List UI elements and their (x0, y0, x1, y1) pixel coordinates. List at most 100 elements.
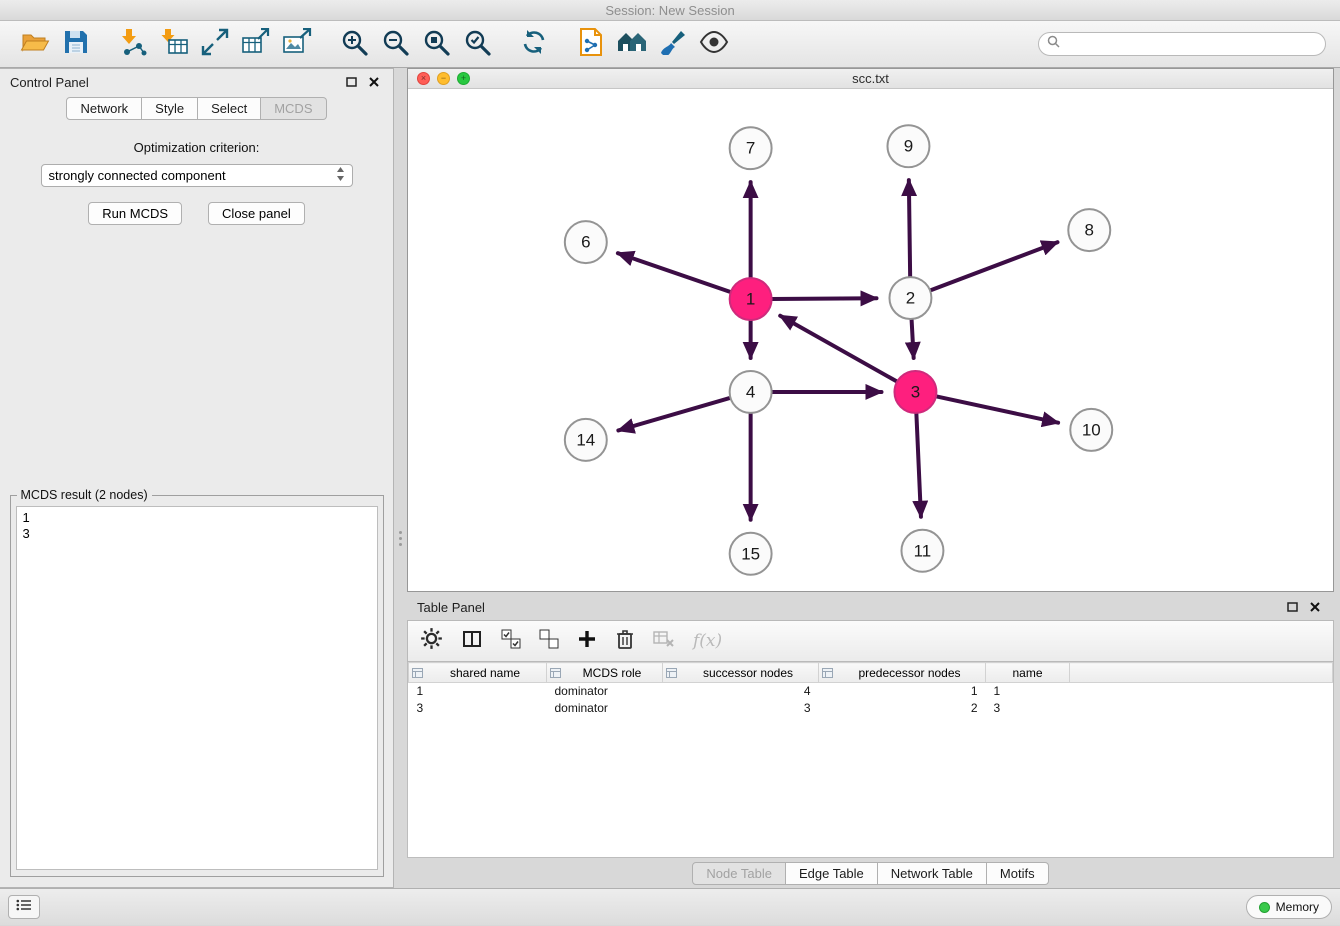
open-file-button[interactable] (14, 25, 55, 63)
save-session-button[interactable] (55, 25, 96, 63)
zoom-fit-button[interactable] (415, 25, 456, 63)
float-panel-icon[interactable] (342, 73, 360, 91)
main-area: Control Panel Network Style Select MCDS … (0, 68, 1340, 888)
close-table-panel-icon[interactable] (1306, 598, 1324, 616)
control-panel-title: Control Panel (10, 75, 89, 90)
search-input[interactable] (1065, 37, 1317, 51)
mcds-panel: Optimization criterion: strongly connect… (0, 120, 393, 887)
add-column-button[interactable] (577, 629, 597, 654)
node-table[interactable]: shared name MCDS role successor nodes pr… (407, 662, 1334, 858)
function-builder-button[interactable]: f(x) (693, 631, 722, 651)
tab-style[interactable]: Style (142, 97, 198, 120)
refresh-button[interactable] (513, 25, 554, 63)
close-window-icon[interactable]: × (417, 72, 430, 85)
network-canvas[interactable]: 7 9 6 8 1 2 4 3 14 10 15 11 (408, 89, 1333, 591)
clone-network-button[interactable] (570, 25, 611, 63)
graph-node-14[interactable]: 14 (565, 419, 607, 461)
graph-edge-2-3[interactable] (912, 319, 914, 358)
graph-edge-2-9[interactable] (909, 180, 910, 277)
col-mcds-role[interactable]: MCDS role (547, 663, 663, 683)
graph-edge-1-6[interactable] (618, 253, 731, 292)
close-panel-icon[interactable] (365, 73, 383, 91)
tab-mcds[interactable]: MCDS (261, 97, 326, 120)
zoom-selected-icon (463, 28, 491, 61)
col-predecessor-nodes[interactable]: predecessor nodes (819, 663, 986, 683)
apply-style-button[interactable] (652, 25, 693, 63)
delete-table-icon (653, 629, 675, 653)
network-arrows-icon (201, 28, 229, 61)
table-row[interactable]: 1dominator411 (409, 683, 1333, 700)
zoom-in-button[interactable] (333, 25, 374, 63)
network-arrows-button[interactable] (194, 25, 235, 63)
select-all-icon (501, 629, 521, 654)
graph-node-10[interactable]: 10 (1070, 409, 1112, 451)
graph-node-11[interactable]: 11 (901, 530, 943, 572)
select-all-button[interactable] (501, 629, 521, 654)
zoom-fit-icon (422, 28, 450, 61)
run-mcds-button[interactable]: Run MCDS (88, 202, 182, 225)
home-button[interactable] (611, 25, 652, 63)
graph-edge-2-8[interactable] (930, 242, 1057, 290)
tab-network-table[interactable]: Network Table (878, 862, 987, 885)
show-hide-button[interactable] (693, 25, 734, 63)
col-shared-name[interactable]: shared name (409, 663, 547, 683)
mcds-result-list[interactable]: 1 3 (16, 506, 378, 870)
import-network-button[interactable] (112, 25, 153, 63)
window-controls: × − + (417, 72, 470, 85)
col-successor-nodes[interactable]: successor nodes (663, 663, 819, 683)
graph-edge-3-11[interactable] (916, 413, 921, 517)
close-panel-button[interactable]: Close panel (208, 202, 305, 225)
graph-node-6[interactable]: 6 (565, 221, 607, 263)
search-box[interactable] (1038, 32, 1326, 56)
panel-splitter[interactable] (394, 68, 407, 888)
export-table-button[interactable] (235, 25, 276, 63)
optimization-label: Optimization criterion: (134, 140, 260, 155)
graph-node-2[interactable]: 2 (889, 277, 931, 319)
col-filler (1070, 663, 1333, 683)
table-row[interactable]: 3dominator323 (409, 700, 1333, 717)
graph-edge-4-14[interactable] (618, 398, 730, 431)
delete-table-button[interactable] (653, 629, 675, 653)
graph-edge-1-2[interactable] (772, 298, 877, 299)
col-name[interactable]: name (986, 663, 1070, 683)
import-table-button[interactable] (153, 25, 194, 63)
memory-label: Memory (1276, 900, 1319, 914)
zoom-out-button[interactable] (374, 25, 415, 63)
graph-node-8[interactable]: 8 (1068, 209, 1110, 251)
float-table-panel-icon[interactable] (1283, 598, 1301, 616)
table-panel: Table Panel f(x) (407, 592, 1334, 888)
graph-node-7[interactable]: 7 (730, 127, 772, 169)
tab-edge-table[interactable]: Edge Table (786, 862, 878, 885)
graph-node-1[interactable]: 1 (730, 278, 772, 320)
column-grid-icon (666, 668, 677, 678)
graph-node-3[interactable]: 3 (894, 371, 936, 413)
task-history-button[interactable] (8, 895, 40, 919)
show-columns-button[interactable] (461, 629, 483, 654)
tab-select[interactable]: Select (198, 97, 261, 120)
control-panel-header: Control Panel (0, 69, 393, 95)
unselect-all-icon (539, 629, 559, 654)
trash-icon (615, 628, 635, 655)
graph-edge-3-10[interactable] (936, 396, 1058, 422)
tab-motifs[interactable]: Motifs (987, 862, 1049, 885)
memory-button[interactable]: Memory (1246, 895, 1332, 919)
gear-icon (420, 627, 443, 655)
optimization-select[interactable]: strongly connected component (41, 164, 353, 187)
zoom-selected-button[interactable] (456, 25, 497, 63)
table-cell: 4 (663, 683, 819, 700)
graph-node-9[interactable]: 9 (887, 125, 929, 167)
unselect-all-button[interactable] (539, 629, 559, 654)
table-cell: 3 (663, 700, 819, 717)
delete-column-button[interactable] (615, 628, 635, 655)
export-image-button[interactable] (276, 25, 317, 63)
maximize-window-icon[interactable]: + (457, 72, 470, 85)
graph-node-15[interactable]: 15 (730, 533, 772, 575)
graph-node-label: 6 (581, 233, 590, 252)
graph-node-4[interactable]: 4 (730, 371, 772, 413)
tab-node-table[interactable]: Node Table (692, 862, 786, 885)
tab-network[interactable]: Network (66, 97, 142, 120)
minimize-window-icon[interactable]: − (437, 72, 450, 85)
graph-edge-3-1[interactable] (780, 316, 897, 382)
graph-node-label: 9 (904, 137, 913, 156)
table-settings-button[interactable] (420, 627, 443, 655)
